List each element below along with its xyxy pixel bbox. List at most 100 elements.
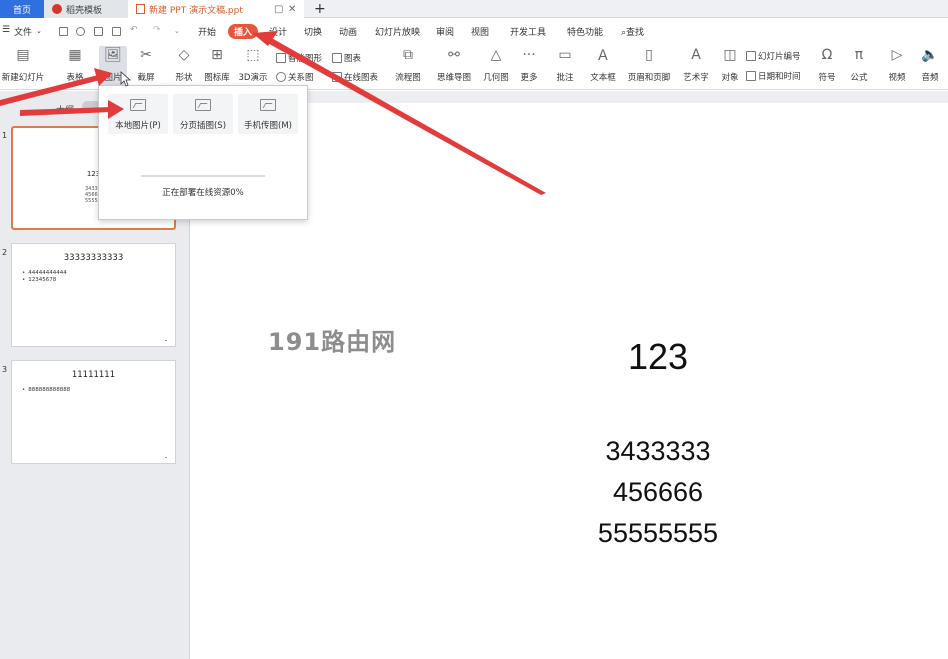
local-picture-label: 本地图片(P) xyxy=(115,121,161,131)
print-preview-icon[interactable] xyxy=(112,27,121,36)
search-label: 查找 xyxy=(626,28,645,38)
shape-icon: ◇ xyxy=(178,47,190,63)
slide-thumbnail[interactable]: 33333333333 44444444444 12345678 xyxy=(11,243,176,347)
textbox-button[interactable]: Ａ 文本框 xyxy=(588,46,618,83)
menu-file[interactable]: 文件 xyxy=(14,25,32,38)
thumbnail-footer-mark xyxy=(165,457,167,458)
table-button[interactable]: ▦ 表格 xyxy=(60,46,90,83)
output-pdf-icon[interactable] xyxy=(76,27,85,36)
chart-button[interactable]: 图表 xyxy=(332,52,361,64)
header-footer-button[interactable]: ▯ 页眉和页脚 xyxy=(627,46,671,83)
relation-chart-label: 关系图 xyxy=(288,73,314,83)
menu-view[interactable]: 视图 xyxy=(471,25,489,38)
header-footer-icon: ▯ xyxy=(645,47,653,63)
menu-slideshow[interactable]: 幻灯片放映 xyxy=(375,25,420,38)
smart-shape-button[interactable]: 智能图形 xyxy=(276,52,322,64)
thumbnail-bullet: 888888888888 xyxy=(22,387,70,393)
new-tab-button[interactable]: + xyxy=(314,0,326,18)
screenshot-icon: ✂ xyxy=(140,47,152,63)
paged-picture-icon xyxy=(195,99,211,111)
object-button[interactable]: ◫ 对象 xyxy=(719,46,741,83)
menu-review[interactable]: 审阅 xyxy=(436,25,454,38)
icon-library-icon: ⊞ xyxy=(211,47,223,63)
menu-start[interactable]: 开始 xyxy=(198,25,216,38)
close-tab-icon[interactable]: ✕ xyxy=(288,4,296,15)
picture-dropdown: 本地图片(P) 分页插图(S) 手机传图(M) 正在部署在线资源0% xyxy=(98,85,308,220)
video-icon: ▷ xyxy=(891,47,903,63)
datetime-button[interactable]: 日期和时间 xyxy=(746,70,801,82)
menu-design[interactable]: 设计 xyxy=(269,25,287,38)
thumbnail-bullet: 12345678 xyxy=(22,277,56,283)
tab-templates-label: 稻壳模板 xyxy=(66,5,103,16)
search-button[interactable]: ⌕查找 xyxy=(621,25,644,38)
mindmap-icon: ⚯ xyxy=(448,47,460,63)
ppt-file-icon xyxy=(136,4,145,14)
menu-insert[interactable]: 插入 xyxy=(228,24,259,39)
phone-picture-icon xyxy=(260,99,276,111)
formula-button[interactable]: π 公式 xyxy=(847,46,871,83)
new-slide-button[interactable]: ▤ 新建幻灯片 xyxy=(0,46,46,83)
3d-presentation-icon: ⬚ xyxy=(246,47,260,63)
slide-body-line[interactable]: 3433333 xyxy=(560,436,756,467)
slide-thumbnail[interactable]: 11111111 888888888888 xyxy=(11,360,176,464)
slide-body-line[interactable]: 456666 xyxy=(560,477,756,508)
redo-icon[interactable]: ↷ xyxy=(153,25,161,35)
relation-chart-button[interactable]: 关系图 xyxy=(276,71,314,83)
quick-access-dropdown-icon[interactable]: ⌄ xyxy=(174,27,180,35)
formula-label: 公式 xyxy=(850,73,868,83)
outline-tab[interactable]: 大纲 xyxy=(56,103,74,116)
menu-transition[interactable]: 切换 xyxy=(304,25,322,38)
menu-developer[interactable]: 开发工具 xyxy=(510,25,546,38)
more-label: 更多 xyxy=(520,73,538,83)
new-slide-label: 新建幻灯片 xyxy=(1,73,45,83)
file-dropdown-icon[interactable]: ⌄ xyxy=(36,27,42,35)
flowchart-icon: ⧉ xyxy=(403,47,413,63)
screenshot-button[interactable]: ✂ 截屏 xyxy=(132,46,160,83)
smart-shape-icon xyxy=(276,53,286,63)
hamburger-icon[interactable]: ☰ xyxy=(2,25,10,35)
menu-bar: ☰ 文件 ⌄ ↶ ↷ ⌄ 开始 插入 设计 切换 动画 幻灯片放映 审阅 视图 … xyxy=(0,22,948,42)
audio-label: 音频 xyxy=(921,73,939,83)
omega-icon: Ω xyxy=(821,47,833,63)
icon-library-button[interactable]: ⊞ 图标库 xyxy=(203,46,231,83)
table-label: 表格 xyxy=(66,73,84,83)
float-window-icon[interactable]: ▢ xyxy=(274,4,283,15)
video-button[interactable]: ▷ 视频 xyxy=(885,46,909,83)
more-button[interactable]: ··· 更多 xyxy=(516,46,542,83)
object-label: 对象 xyxy=(721,73,739,83)
online-chart-button[interactable]: 在线图表 xyxy=(332,71,378,83)
more-icon: ··· xyxy=(522,47,536,63)
phone-picture-label: 手机传图(M) xyxy=(244,121,292,131)
thumbnail-bullet: 44444444444 xyxy=(22,270,67,276)
slide-body-line[interactable]: 55555555 xyxy=(560,518,756,549)
print-icon[interactable] xyxy=(94,27,103,36)
menu-features[interactable]: 特色功能 xyxy=(567,25,603,38)
tab-templates[interactable]: 稻壳模板 xyxy=(44,0,128,18)
flowchart-button[interactable]: ⧉ 流程图 xyxy=(392,46,424,83)
tab-home[interactable]: 首页 xyxy=(0,0,44,18)
comment-button[interactable]: ▭ 批注 xyxy=(553,46,577,83)
audio-button[interactable]: 🔈 音频 xyxy=(918,46,942,83)
slide-number-button[interactable]: 幻灯片编号 xyxy=(746,50,801,62)
wordart-button[interactable]: A 艺术字 xyxy=(680,46,712,83)
menu-animation[interactable]: 动画 xyxy=(339,25,357,38)
slide-title[interactable]: 123 xyxy=(560,336,756,378)
3d-presentation-label: 3D演示 xyxy=(238,73,268,83)
slide-number-icon xyxy=(746,51,756,61)
symbol-button[interactable]: Ω 符号 xyxy=(815,46,839,83)
shape-button[interactable]: ◇ 形状 xyxy=(170,46,198,83)
video-label: 视频 xyxy=(888,73,906,83)
paged-picture-option[interactable]: 分页插图(S) xyxy=(173,94,233,134)
phone-picture-option[interactable]: 手机传图(M) xyxy=(238,94,298,134)
thumbnail-title: 11111111 xyxy=(71,370,116,380)
undo-icon[interactable]: ↶ xyxy=(130,25,138,35)
tab-document[interactable]: 新建 PPT 演示文稿.ppt ▢ ✕ xyxy=(128,0,304,18)
picture-button[interactable]: 🖼 图片 xyxy=(99,46,127,86)
thumbnail-footer-mark xyxy=(165,340,167,341)
mindmap-button[interactable]: ⚯ 思维导图 xyxy=(434,46,474,83)
local-picture-option[interactable]: 本地图片(P) xyxy=(108,94,168,134)
slide-number-label: 幻灯片编号 xyxy=(758,52,801,62)
3d-presentation-button[interactable]: ⬚ 3D演示 xyxy=(238,46,268,83)
geometry-button[interactable]: △ 几何图 xyxy=(482,46,510,83)
save-icon[interactable] xyxy=(59,27,68,36)
